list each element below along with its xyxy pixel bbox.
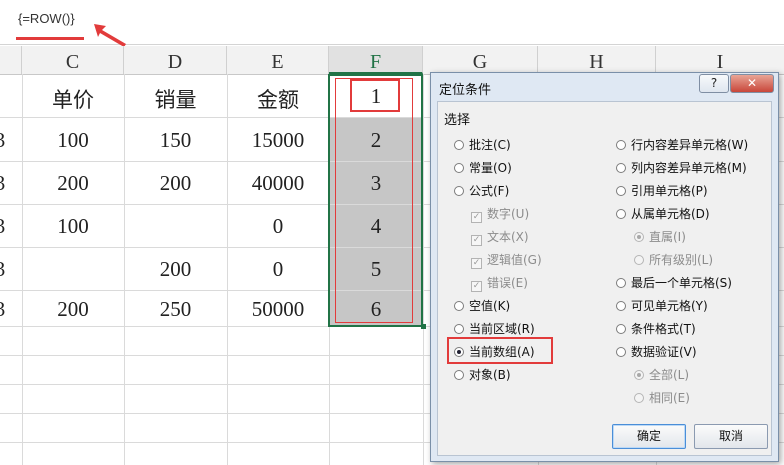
radio-icon [454, 301, 464, 311]
radio-icon [616, 163, 626, 173]
ok-button[interactable]: 确定 [612, 424, 686, 449]
option-dependents[interactable]: 从属单元格(D) [616, 205, 710, 222]
checkbox-icon: ✓ [471, 235, 482, 246]
radio-icon [616, 347, 626, 357]
fill-handle[interactable] [421, 324, 426, 329]
radio-icon [454, 324, 464, 334]
option-logicals[interactable]: ✓ 逻辑值(G) [471, 251, 542, 269]
option-formulas[interactable]: 公式(F) [454, 182, 509, 199]
cell-e6[interactable]: 50000 [227, 297, 329, 322]
option-current-region[interactable]: 当前区域(R) [454, 320, 535, 337]
column-header-c[interactable]: C [22, 46, 124, 74]
cell-b2[interactable]: 3 [0, 128, 6, 153]
option-conditional-formats[interactable]: 条件格式(T) [616, 320, 696, 337]
goto-special-dialog: 定位条件 ? ✕ 选择 批注(C) 常量(O) 公式(F) ✓ 数字(U) ✓ 文本… [430, 72, 779, 462]
radio-icon [454, 140, 464, 150]
current-array-red-highlight [447, 337, 553, 364]
radio-disabled-icon [634, 255, 644, 265]
column-header-row: C D E F G H I [0, 46, 784, 75]
option-all-levels[interactable]: 所有级别(L) [634, 251, 713, 268]
cell-header-price[interactable]: 单价 [22, 84, 124, 114]
cell-d2[interactable]: 150 [124, 128, 227, 153]
radio-icon [616, 278, 626, 288]
group-label: 选择 [444, 113, 471, 128]
close-button[interactable]: ✕ [730, 74, 774, 93]
radio-icon [616, 324, 626, 334]
cell-b5[interactable]: 3 [0, 257, 6, 282]
option-last-cell[interactable]: 最后一个单元格(S) [616, 274, 732, 291]
column-header-h[interactable]: H [538, 46, 656, 74]
cell-b3[interactable]: 3 [0, 171, 6, 196]
cell-header-amount[interactable]: 金额 [227, 84, 329, 114]
help-button[interactable]: ? [699, 74, 729, 93]
option-blanks[interactable]: 空值(K) [454, 297, 510, 314]
radio-icon [454, 163, 464, 173]
checkbox-icon: ✓ [471, 281, 482, 292]
cell-b4[interactable]: 3 [0, 214, 6, 239]
column-header-d[interactable]: D [124, 46, 227, 74]
cell-d6[interactable]: 250 [124, 297, 227, 322]
cell-c2[interactable]: 100 [22, 128, 124, 153]
checkbox-icon: ✓ [471, 212, 482, 223]
option-constants[interactable]: 常量(O) [454, 159, 512, 176]
cell-e2[interactable]: 15000 [227, 128, 329, 153]
option-errors[interactable]: ✓ 错误(E) [471, 274, 528, 292]
option-row-differences[interactable]: 行内容差异单元格(W) [616, 136, 748, 153]
option-column-differences[interactable]: 列内容差异单元格(M) [616, 159, 747, 176]
option-text[interactable]: ✓ 文本(X) [471, 228, 529, 246]
dialog-panel: 选择 批注(C) 常量(O) 公式(F) ✓ 数字(U) ✓ 文本(X) ✓ 逻辑值(… [437, 101, 772, 456]
option-precedents[interactable]: 引用单元格(P) [616, 182, 708, 199]
radio-icon [454, 370, 464, 380]
radio-icon [616, 301, 626, 311]
radio-icon [454, 186, 464, 196]
formula-bar[interactable]: {=ROW()} [0, 0, 784, 47]
radio-disabled-icon [634, 232, 644, 242]
cell-e4[interactable]: 0 [227, 214, 329, 239]
column-header-g[interactable]: G [423, 46, 538, 74]
cell-e3[interactable]: 40000 [227, 171, 329, 196]
option-validation-all[interactable]: 全部(L) [634, 366, 689, 383]
cell-c6[interactable]: 200 [22, 297, 124, 322]
cell-d3[interactable]: 200 [124, 171, 227, 196]
checkbox-icon: ✓ [471, 258, 482, 269]
radio-disabled-icon [634, 393, 644, 403]
option-validation-same[interactable]: 相同(E) [634, 389, 690, 406]
radio-icon [616, 209, 626, 219]
cell-header-sales[interactable]: 销量 [124, 84, 227, 114]
option-data-validation[interactable]: 数据验证(V) [616, 343, 697, 360]
column-header-e[interactable]: E [227, 46, 329, 74]
cancel-button[interactable]: 取消 [694, 424, 768, 449]
formula-text[interactable]: {=ROW()} [18, 11, 75, 26]
cell-e5[interactable]: 0 [227, 257, 329, 282]
cell-d5[interactable]: 200 [124, 257, 227, 282]
option-comments[interactable]: 批注(C) [454, 136, 511, 153]
option-visible-cells[interactable]: 可见单元格(Y) [616, 297, 708, 314]
cell-c3[interactable]: 200 [22, 171, 124, 196]
array-red-outline [335, 78, 413, 323]
radio-disabled-icon [634, 370, 644, 380]
option-objects[interactable]: 对象(B) [454, 366, 511, 383]
column-header-f[interactable]: F [329, 46, 423, 74]
option-direct-only[interactable]: 直属(I) [634, 228, 686, 245]
column-header-b[interactable] [0, 46, 22, 74]
cell-b6[interactable]: 3 [0, 297, 6, 322]
dialog-title: 定位条件 [439, 83, 492, 98]
cell-c4[interactable]: 100 [22, 214, 124, 239]
formula-underline-annotation [16, 37, 84, 40]
radio-icon [616, 140, 626, 150]
column-header-i[interactable]: I [656, 46, 784, 74]
option-numbers[interactable]: ✓ 数字(U) [471, 205, 529, 223]
radio-icon [616, 186, 626, 196]
f1-red-highlight [350, 79, 400, 112]
